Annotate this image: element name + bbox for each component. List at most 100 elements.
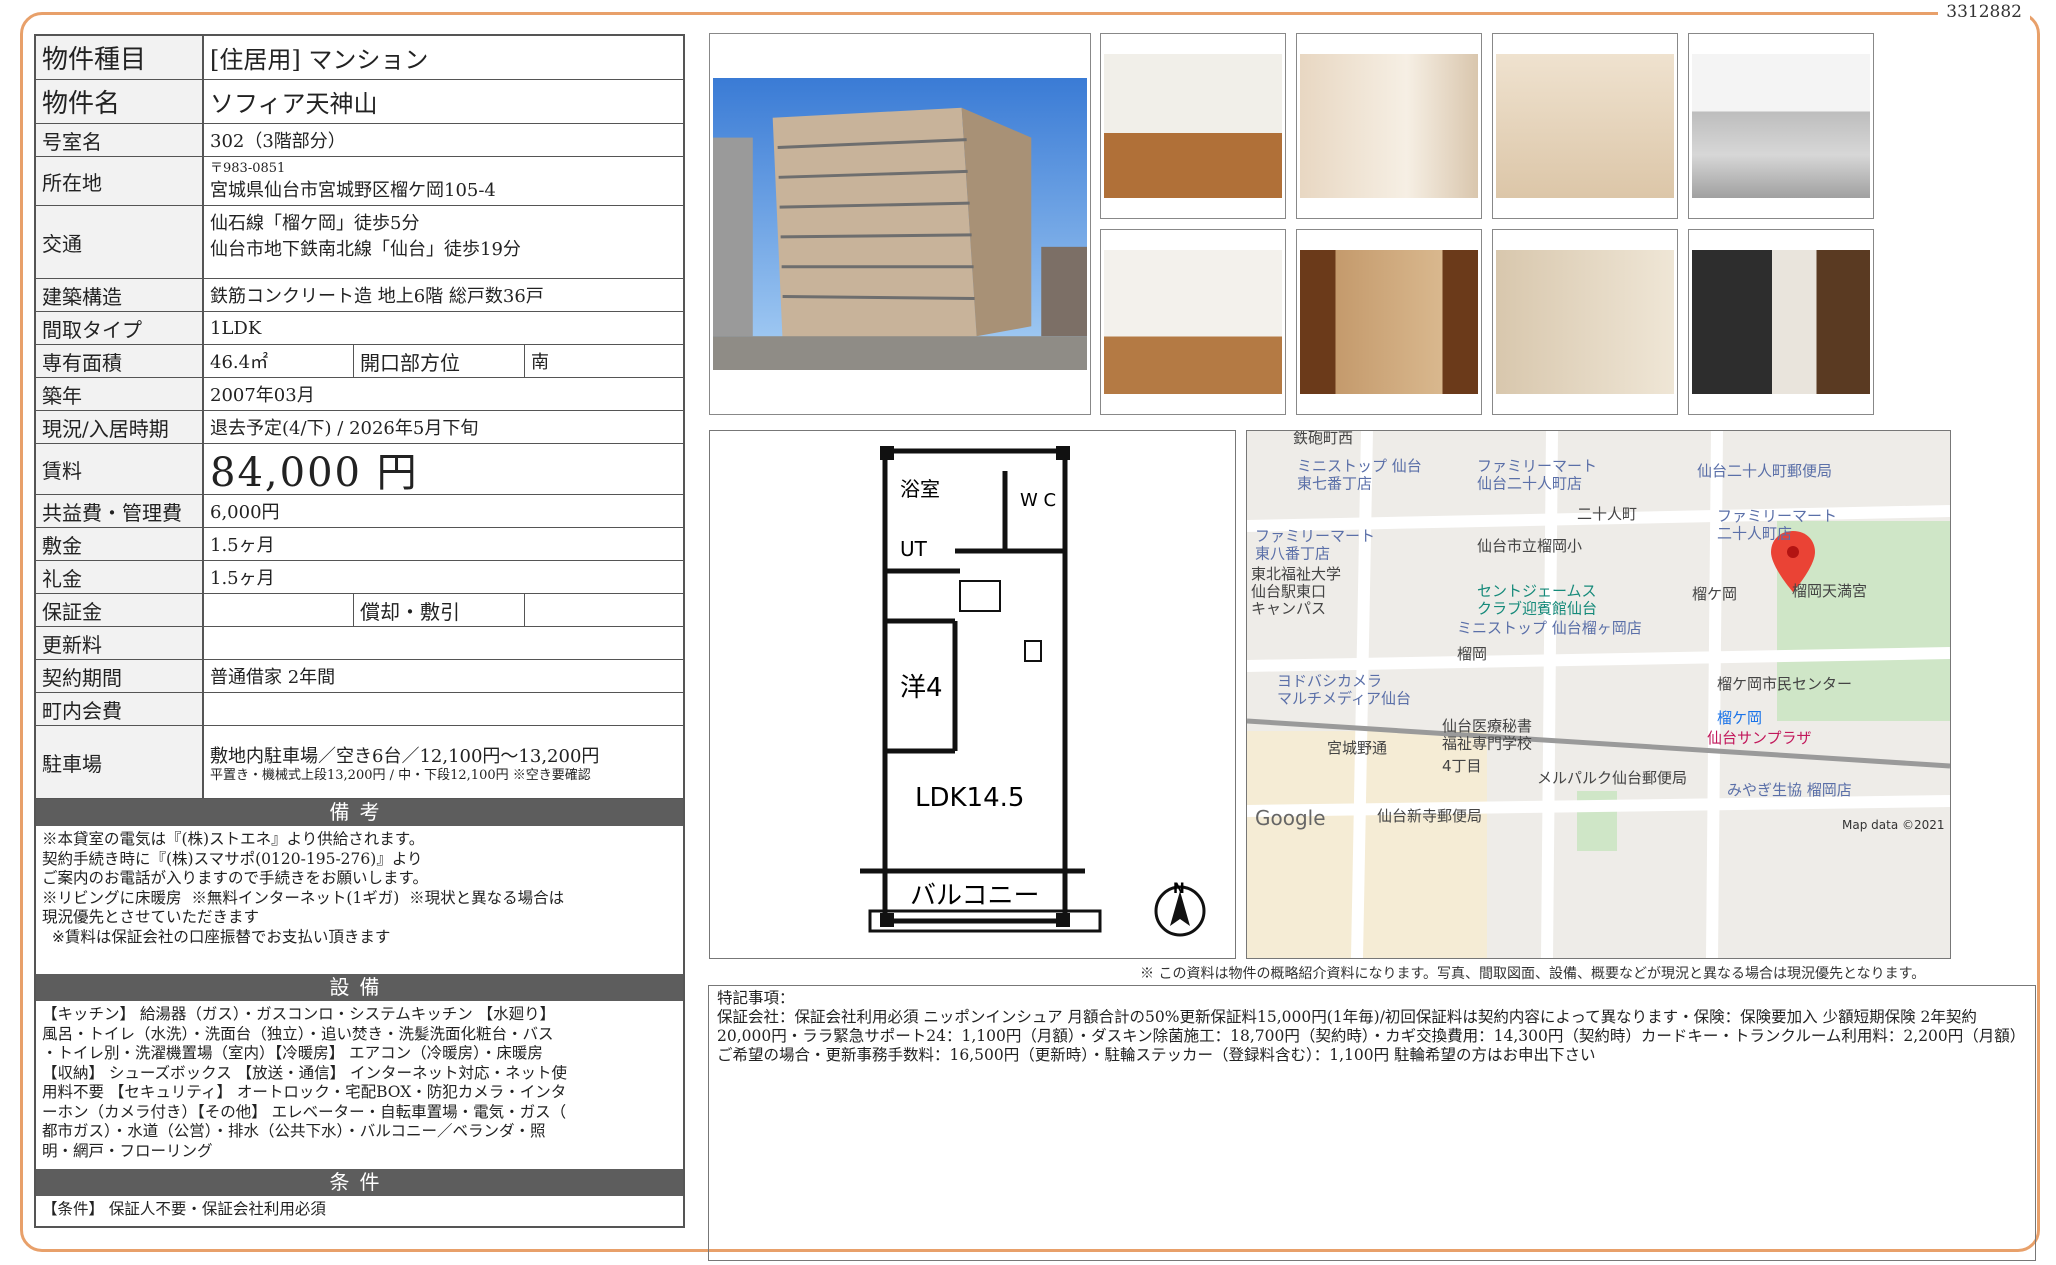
map-label-3: 仙台二十人町郵便局 bbox=[1697, 462, 1832, 480]
label-layout: 間取タイプ bbox=[36, 312, 204, 344]
plan-wc-label: W C bbox=[1020, 490, 1056, 511]
map-label-17: 仙台サンプラザ bbox=[1707, 729, 1812, 747]
label-guarantee: 保証金 bbox=[36, 594, 204, 626]
value-contract: 普通借家 2年間 bbox=[210, 667, 336, 688]
label-community: 町内会費 bbox=[36, 693, 204, 725]
map-label-7: 仙台市立榴岡小 bbox=[1477, 537, 1582, 555]
row-name: 物件名 ソフィア天神山 bbox=[36, 80, 683, 124]
disclaimer: ※ この資料は物件の概略紹介資料になります。写真、間取図面、設備、概要などが現況… bbox=[1140, 966, 1926, 982]
row-community: 町内会費 bbox=[36, 693, 683, 726]
label-contract: 契約期間 bbox=[36, 660, 204, 692]
value-parking: 敷地内駐車場／空き6台／12,100円〜13,200円 bbox=[210, 745, 600, 767]
label-structure: 建築構造 bbox=[36, 279, 204, 311]
label-renewal: 更新料 bbox=[36, 627, 204, 659]
room-photo-kitchen bbox=[1688, 33, 1874, 219]
label-key-money: 礼金 bbox=[36, 561, 204, 593]
map-label-20: 4丁目 bbox=[1442, 757, 1482, 775]
value-layout: 1LDK bbox=[210, 317, 262, 339]
label-facing: 開口部方位 bbox=[354, 345, 525, 377]
row-area: 専有面積 46.4㎡ 開口部方位 南 bbox=[36, 345, 683, 378]
row-guarantee: 保証金 償却・敷引 bbox=[36, 594, 683, 627]
map-label-22: みやぎ生協 榴岡店 bbox=[1727, 781, 1852, 799]
room-photo-closet bbox=[1296, 229, 1482, 415]
map-label-10: 榴ケ岡 bbox=[1692, 585, 1737, 603]
map-label-16: 榴ケ岡 bbox=[1717, 709, 1762, 727]
value-name: ソフィア天神山 bbox=[210, 90, 378, 118]
row-room: 号室名 302（3階部分） bbox=[36, 124, 683, 157]
row-layout: 間取タイプ 1LDK bbox=[36, 312, 683, 345]
value-key-money: 1.5ヶ月 bbox=[210, 568, 275, 589]
map-label-23: 仙台新寺郵便局 bbox=[1377, 807, 1482, 825]
building-exterior-photo bbox=[709, 33, 1091, 415]
map-label-18: 仙台医療秘書福祉専門学校 bbox=[1442, 717, 1532, 752]
value-deposit: 1.5ヶ月 bbox=[210, 535, 275, 556]
label-area: 専有面積 bbox=[36, 345, 204, 377]
label-access: 交通 bbox=[36, 206, 204, 278]
map-label-4: 二十人町 bbox=[1577, 505, 1637, 523]
location-map[interactable]: 鉄砲町西 ミニストップ 仙台東七番丁店 ファミリーマート仙台二十人町店 仙台二十… bbox=[1246, 430, 1951, 959]
plan-north-label: N bbox=[1173, 881, 1185, 897]
value-facing: 南 bbox=[531, 352, 549, 373]
label-deposit: 敷金 bbox=[36, 528, 204, 560]
value-zip: 〒983-0851 bbox=[210, 160, 286, 176]
remarks-heading: 備考 bbox=[36, 799, 683, 826]
label-type: 物件種目 bbox=[36, 36, 204, 79]
value-built: 2007年03月 bbox=[210, 385, 315, 406]
map-label-13: 榴岡 bbox=[1457, 645, 1487, 663]
map-google-logo: Google bbox=[1255, 806, 1326, 830]
value-parking-note: 平置き・機械式上段13,200円 / 中・下段12,100円 ※空き要確認 bbox=[210, 767, 591, 783]
value-rent: 84,000 円 bbox=[210, 450, 419, 496]
room-photo-toilet bbox=[1492, 229, 1678, 415]
value-address: 宮城県仙台市宮城野区榴ケ岡105-4 bbox=[210, 179, 496, 201]
row-type: 物件種目 [住居用] マンション bbox=[36, 36, 683, 80]
map-label-2: ファミリーマート仙台二十人町店 bbox=[1477, 457, 1597, 492]
room-photo-entrance bbox=[1688, 229, 1874, 415]
remarks-text: ※本貸室の電気は『(株)ストエネ』より供給されます。 契約手続き時に『(株)スマ… bbox=[42, 830, 565, 946]
room-photo-bathroom bbox=[1492, 33, 1678, 219]
label-rent: 賃料 bbox=[36, 444, 204, 494]
label-status: 現況/入居時期 bbox=[36, 411, 204, 443]
label-room: 号室名 bbox=[36, 124, 204, 156]
row-deposit: 敷金 1.5ヶ月 bbox=[36, 528, 683, 561]
value-access-2: 仙台市地下鉄南北線「仙台」徒歩19分 bbox=[210, 239, 521, 260]
map-label-19: 宮城野通 bbox=[1327, 739, 1387, 757]
label-address: 所在地 bbox=[36, 157, 204, 205]
row-renewal: 更新料 bbox=[36, 627, 683, 660]
map-label-0: 鉄砲町西 bbox=[1293, 431, 1353, 447]
row-built: 築年 2007年03月 bbox=[36, 378, 683, 411]
label-amortization: 償却・敷引 bbox=[354, 594, 525, 626]
value-area: 46.4㎡ bbox=[204, 345, 354, 377]
map-label-9: セントジェームスクラブ迎賓館仙台 bbox=[1477, 582, 1597, 617]
document-number: 3312882 bbox=[1938, 2, 2030, 22]
room-photo-2 bbox=[1100, 229, 1286, 415]
property-spec-table: 物件種目 [住居用] マンション 物件名 ソフィア天神山 号室名 302（3階部… bbox=[34, 34, 685, 1228]
map-label-15: 榴ケ岡市民センター bbox=[1717, 675, 1852, 693]
room-photo-washroom bbox=[1296, 33, 1482, 219]
value-status: 退去予定(4/下) / 2026年5月下旬 bbox=[210, 418, 479, 439]
conditions-text: 【条件】 保証人不要・保証会社利用必須 bbox=[42, 1200, 326, 1218]
equipment-text: 【キッチン】 給湯器（ガス）・ガスコンロ・システムキッチン 【水廻り】 風呂・ト… bbox=[42, 1005, 568, 1160]
floor-plan: 浴室 W C UT 洋4 LDK14.5 バルコニー N bbox=[709, 430, 1236, 959]
row-contract: 契約期間 普通借家 2年間 bbox=[36, 660, 683, 693]
special-notes-text: 保証会社：保証会社利用必須 ニッポンインシュア 月額合計の50%更新保証料15,… bbox=[717, 1008, 2026, 1064]
value-amortization bbox=[525, 594, 683, 626]
label-name: 物件名 bbox=[36, 80, 204, 123]
plan-bath-label: 浴室 bbox=[900, 477, 940, 501]
label-parking: 駐車場 bbox=[36, 726, 204, 798]
plan-balcony-label: バルコニー bbox=[910, 881, 1039, 911]
plan-ut-label: UT bbox=[900, 537, 928, 561]
row-key-money: 礼金 1.5ヶ月 bbox=[36, 561, 683, 594]
value-structure: 鉄筋コンクリート造 地上6階 総戸数36戸 bbox=[210, 286, 544, 307]
value-fee: 6,000円 bbox=[210, 502, 280, 523]
plan-ldk-label: LDK14.5 bbox=[915, 783, 1024, 813]
map-attribution: Map data ©2021 bbox=[1842, 818, 1945, 832]
conditions-heading: 条件 bbox=[36, 1169, 683, 1196]
special-notes-heading: 特記事項： bbox=[717, 989, 795, 1007]
equipment-heading: 設備 bbox=[36, 974, 683, 1001]
value-guarantee bbox=[204, 594, 354, 626]
plan-western-label: 洋4 bbox=[900, 673, 943, 703]
row-parking: 駐車場 敷地内駐車場／空き6台／12,100円〜13,200円 平置き・機械式上… bbox=[36, 726, 683, 799]
label-built: 築年 bbox=[36, 378, 204, 410]
row-rent: 賃料 84,000 円 bbox=[36, 444, 683, 496]
row-structure: 建築構造 鉄筋コンクリート造 地上6階 総戸数36戸 bbox=[36, 279, 683, 312]
